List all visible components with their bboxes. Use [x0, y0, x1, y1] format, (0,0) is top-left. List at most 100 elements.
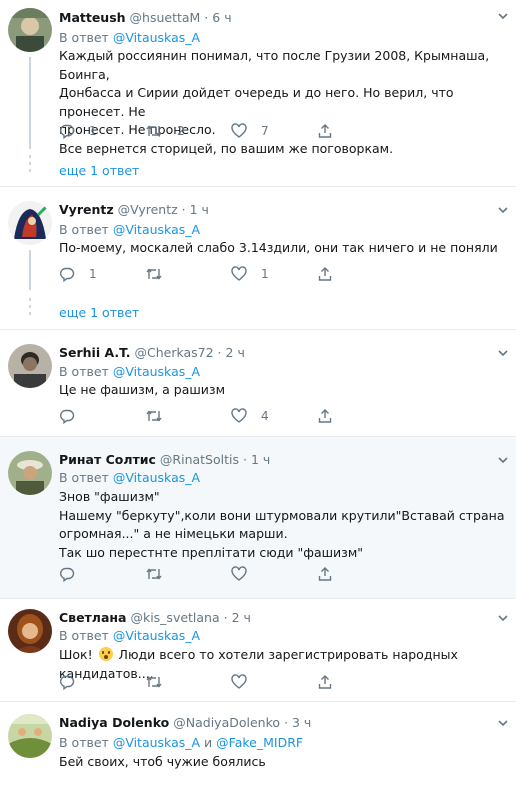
heart-icon [231, 266, 247, 281]
tweet-actions: 4 [59, 408, 379, 424]
share-button[interactable] [317, 408, 333, 424]
author-handle[interactable]: @Cherkas72 [134, 345, 213, 360]
author-name[interactable]: Nadiya Dolenko [59, 715, 169, 730]
chevron-down-icon[interactable] [496, 203, 510, 217]
author-name[interactable]: Vyrentz [59, 202, 114, 217]
reply-icon [60, 675, 75, 690]
author-handle[interactable]: @hsuettaM [130, 10, 201, 25]
timestamp[interactable]: 3 ч [292, 715, 311, 730]
timestamp[interactable]: 6 ч [212, 10, 231, 25]
retweet-button[interactable] [145, 266, 177, 282]
retweet-count: 2 [177, 124, 185, 138]
author-handle[interactable]: @NadiyaDolenko [173, 715, 280, 730]
timestamp[interactable]: 1 ч [190, 202, 209, 217]
reply-icon [60, 567, 75, 582]
heart-icon [231, 408, 247, 423]
timestamp[interactable]: 2 ч [226, 345, 245, 360]
share-button[interactable] [317, 123, 333, 139]
thread-dot [29, 298, 31, 301]
timestamp[interactable]: 1 ч [251, 452, 270, 467]
chevron-down-icon[interactable] [496, 716, 510, 730]
share-button[interactable] [317, 266, 333, 282]
author-handle[interactable]: @kis_svetlana [130, 610, 219, 625]
reply-button[interactable] [59, 408, 89, 424]
retweet-button[interactable]: 2 [145, 123, 185, 139]
reply-button[interactable]: 1 [59, 123, 97, 139]
like-count: 4 [261, 409, 269, 423]
reply-mention[interactable]: @Vitauskas_A [113, 222, 200, 237]
reply-prefix: В ответ [59, 222, 109, 237]
reply-prefix: В ответ [59, 628, 109, 643]
retweet-icon [146, 125, 162, 137]
avatar[interactable] [8, 344, 52, 388]
tweet-actions [59, 674, 379, 690]
like-button[interactable] [231, 566, 261, 582]
reply-mention[interactable]: @Vitauskas_A [113, 735, 200, 750]
like-count: 7 [261, 124, 269, 138]
chevron-down-icon[interactable] [496, 9, 510, 23]
reply-mention[interactable]: @Vitauskas_A [113, 30, 200, 45]
reply-mention-2[interactable]: @Fake_MIDRF [216, 735, 303, 750]
reply-prefix: В ответ [59, 30, 109, 45]
chevron-down-icon[interactable] [496, 611, 510, 625]
tweet-3[interactable]: Serhii A.T. @Cherkas72 · 2 ч В ответ @Vi… [0, 330, 516, 437]
like-button[interactable]: 1 [231, 266, 269, 282]
reply-button[interactable] [59, 566, 89, 582]
tweet-2[interactable]: Vyrentz @Vyrentz · 1 ч В ответ @Vitauska… [0, 187, 516, 330]
reply-icon [60, 124, 75, 139]
share-icon [318, 675, 332, 689]
retweet-button[interactable] [145, 674, 177, 690]
reply-context: В ответ @Vitauskas_A [59, 628, 200, 643]
heart-icon [231, 123, 247, 138]
chevron-down-icon[interactable] [496, 346, 510, 360]
tweet-1[interactable]: Matteush @hsuettaM · 6 ч В ответ @Vitaus… [0, 0, 516, 187]
tweet-text: Це не фашизм, а рашизм [59, 381, 509, 400]
reply-mention[interactable]: @Vitauskas_A [113, 470, 200, 485]
author-name[interactable]: Serhii A.T. [59, 345, 131, 360]
reply-mention[interactable]: @Vitauskas_A [113, 628, 200, 643]
avatar[interactable] [8, 8, 52, 52]
separator-dot: · [223, 610, 228, 625]
like-button[interactable] [231, 674, 261, 690]
avatar[interactable] [8, 714, 52, 758]
avatar[interactable] [8, 201, 52, 245]
share-button[interactable] [317, 674, 333, 690]
thread-dot [29, 162, 31, 165]
text-line: Бей своих, чтоб чужие боялись [59, 754, 266, 769]
reply-context: В ответ @Vitauskas_A [59, 470, 200, 485]
share-icon [318, 567, 332, 581]
retweet-button[interactable] [145, 408, 177, 424]
text-line: Так шо перестнте преплітати сюди "фашизм… [59, 544, 364, 560]
separator-dot: · [217, 345, 222, 360]
share-icon [318, 409, 332, 423]
show-more-replies-link[interactable]: еще 1 ответ [59, 163, 139, 178]
show-more-replies-link[interactable]: еще 1 ответ [59, 305, 139, 320]
text-line: Знов "фашизм" [59, 489, 160, 504]
timestamp[interactable]: 2 ч [232, 610, 251, 625]
avatar[interactable] [8, 451, 52, 495]
thread-line [29, 250, 31, 290]
tweet-4[interactable]: Ринат Солтис @RinatSoltis · 1 ч В ответ … [0, 437, 516, 599]
tweet-header: Vyrentz @Vyrentz · 1 ч [59, 202, 209, 217]
author-name[interactable]: Светлана [59, 610, 126, 625]
like-button[interactable]: 4 [231, 408, 269, 424]
reply-button[interactable] [59, 674, 89, 690]
author-name[interactable]: Ринат Солтис [59, 452, 156, 467]
share-button[interactable] [317, 566, 333, 582]
text-line: Донбасса и Сирии дойдет очередь и до нег… [59, 85, 454, 119]
tweet-5[interactable]: Светлана @kis_svetlana · 2 ч В ответ @Vi… [0, 599, 516, 702]
like-button[interactable]: 7 [231, 123, 269, 139]
avatar[interactable] [8, 609, 52, 653]
chevron-down-icon[interactable] [496, 453, 510, 467]
retweet-button[interactable] [145, 566, 177, 582]
thread-dot [29, 305, 31, 308]
author-handle[interactable]: @RinatSoltis [160, 452, 239, 467]
tweet-text: Бей своих, чтоб чужие боялись [59, 753, 509, 772]
tweet-6[interactable]: Nadiya Dolenko @NadiyaDolenko · 3 ч В от… [0, 702, 516, 794]
heart-icon [231, 566, 247, 581]
reply-mention[interactable]: @Vitauskas_A [113, 364, 200, 379]
author-name[interactable]: Matteush [59, 10, 126, 25]
text-line: Нашему "беркуту",коли вони штурмовали кр… [59, 507, 505, 523]
reply-button[interactable]: 1 [59, 266, 97, 282]
author-handle[interactable]: @Vyrentz [118, 202, 178, 217]
